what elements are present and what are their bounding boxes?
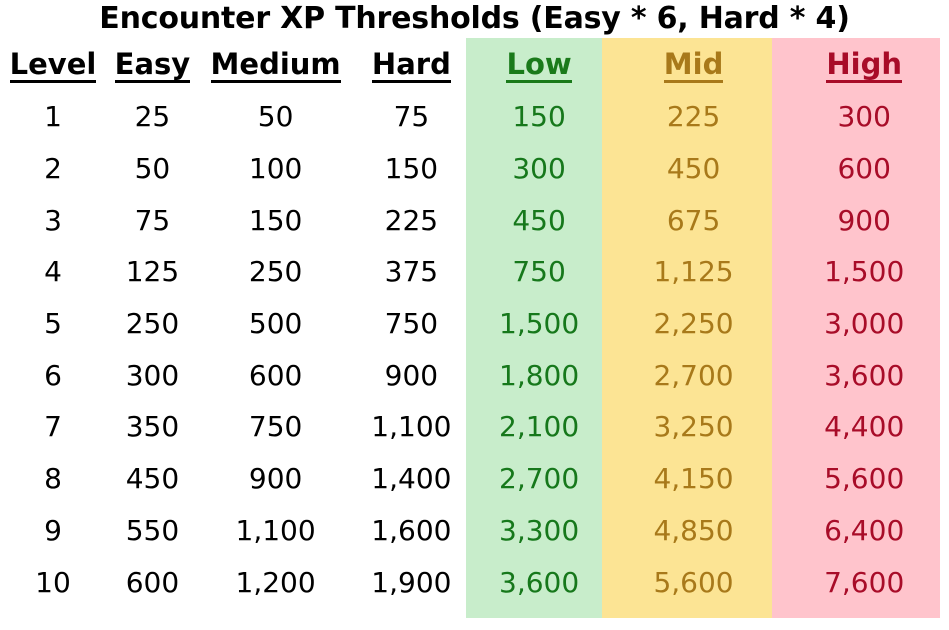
table-row: 9 550 1,100 1,600 3,300 4,850 6,400 <box>0 505 949 557</box>
cell-hard: 1,600 <box>371 513 452 547</box>
cell-level: 10 <box>35 565 71 599</box>
cell-level: 6 <box>44 358 62 392</box>
cell-medium: 500 <box>248 307 303 341</box>
cell-low: 1,500 <box>499 307 580 341</box>
cell-easy: 600 <box>125 565 180 599</box>
cell-high: 3,000 <box>824 307 905 341</box>
cell-medium: 150 <box>248 203 303 237</box>
cell-mid: 675 <box>666 203 721 237</box>
cell-medium: 1,100 <box>235 513 316 547</box>
column-header-hard: Hard <box>352 38 470 91</box>
cell-mid: 5,600 <box>653 565 734 599</box>
cell-medium: 1,200 <box>235 565 316 599</box>
cell-low: 3,300 <box>499 513 580 547</box>
column-header-label: High <box>826 46 902 83</box>
cell-mid: 4,850 <box>653 513 734 547</box>
cell-level: 8 <box>44 462 62 496</box>
column-header-mid: Mid <box>608 38 780 91</box>
xp-threshold-table-page: Encounter XP Thresholds (Easy * 6, Hard … <box>0 0 949 630</box>
column-header-label: Low <box>506 46 572 83</box>
table-row: 7 350 750 1,100 2,100 3,250 4,400 <box>0 401 949 453</box>
column-header-label: Hard <box>371 46 451 83</box>
cell-easy: 550 <box>125 513 180 547</box>
cell-low: 450 <box>512 203 566 237</box>
table-row: 8 450 900 1,400 2,700 4,150 5,600 <box>0 453 949 505</box>
cell-hard: 150 <box>384 152 439 186</box>
cell-high: 5,600 <box>824 462 905 496</box>
column-header-low: Low <box>470 38 607 91</box>
cell-level: 9 <box>44 513 62 547</box>
xp-thresholds-table: Level Easy Medium Hard Low Mid High 1 25 5… <box>0 38 949 608</box>
column-header-easy: Easy <box>106 38 199 91</box>
column-header-label: Easy <box>114 46 191 83</box>
cell-mid: 2,700 <box>653 358 734 392</box>
cell-level: 7 <box>44 410 62 444</box>
column-header-high: High <box>779 38 949 91</box>
cell-easy: 350 <box>125 410 180 444</box>
cell-level: 3 <box>44 203 62 237</box>
cell-low: 150 <box>512 100 566 134</box>
cell-low: 2,700 <box>499 462 580 496</box>
cell-high: 600 <box>837 152 891 186</box>
table-header-row: Level Easy Medium Hard Low Mid High <box>0 38 949 91</box>
cell-high: 900 <box>837 203 891 237</box>
cell-low: 3,600 <box>499 565 580 599</box>
cell-hard: 1,400 <box>371 462 452 496</box>
cell-mid: 4,150 <box>653 462 734 496</box>
cell-level: 1 <box>44 100 62 134</box>
cell-level: 2 <box>44 152 62 186</box>
cell-mid: 3,250 <box>653 410 734 444</box>
cell-mid: 1,125 <box>653 255 734 289</box>
cell-high: 7,600 <box>824 565 905 599</box>
cell-easy: 75 <box>134 203 171 237</box>
cell-low: 750 <box>512 255 566 289</box>
cell-medium: 600 <box>248 358 303 392</box>
cell-easy: 125 <box>125 255 180 289</box>
cell-hard: 1,900 <box>371 565 452 599</box>
cell-high: 3,600 <box>824 358 905 392</box>
table-row: 5 250 500 750 1,500 2,250 3,000 <box>0 298 949 350</box>
table-row: 4 125 250 375 750 1,125 1,500 <box>0 246 949 298</box>
cell-mid: 450 <box>666 152 721 186</box>
cell-hard: 225 <box>384 203 439 237</box>
column-header-level: Level <box>0 38 106 91</box>
cell-hard: 75 <box>393 100 430 134</box>
page-title: Encounter XP Thresholds (Easy * 6, Hard … <box>99 1 850 36</box>
cell-low: 1,800 <box>499 358 580 392</box>
cell-high: 6,400 <box>824 513 905 547</box>
cell-easy: 250 <box>125 307 180 341</box>
cell-mid: 225 <box>666 100 721 134</box>
cell-hard: 1,100 <box>371 410 452 444</box>
table-row: 1 25 50 75 150 225 300 <box>0 91 949 143</box>
table-row: 10 600 1,200 1,900 3,600 5,600 7,600 <box>0 556 949 608</box>
cell-high: 300 <box>837 100 891 134</box>
cell-hard: 900 <box>384 358 439 392</box>
cell-medium: 50 <box>257 100 294 134</box>
column-header-label: Mid <box>663 46 724 83</box>
cell-hard: 375 <box>384 255 439 289</box>
column-header-label: Medium <box>210 46 341 83</box>
cell-easy: 300 <box>125 358 180 392</box>
cell-easy: 50 <box>134 152 171 186</box>
cell-medium: 900 <box>248 462 303 496</box>
cell-low: 300 <box>512 152 566 186</box>
table-row: 6 300 600 900 1,800 2,700 3,600 <box>0 349 949 401</box>
cell-easy: 450 <box>125 462 180 496</box>
cell-level: 5 <box>44 307 62 341</box>
cell-easy: 25 <box>134 100 171 134</box>
cell-medium: 250 <box>248 255 303 289</box>
cell-low: 2,100 <box>499 410 580 444</box>
cell-mid: 2,250 <box>653 307 734 341</box>
column-header-label: Level <box>9 46 97 83</box>
column-header-medium: Medium <box>199 38 352 91</box>
cell-high: 1,500 <box>824 255 905 289</box>
table-row: 2 50 100 150 300 450 600 <box>0 143 949 195</box>
cell-high: 4,400 <box>824 410 905 444</box>
cell-level: 4 <box>44 255 62 289</box>
cell-hard: 750 <box>384 307 439 341</box>
table-body: 1 25 50 75 150 225 300 2 50 100 150 300 450 600 3 75 1… <box>0 91 949 608</box>
cell-medium: 750 <box>248 410 303 444</box>
cell-medium: 100 <box>248 152 303 186</box>
table-row: 3 75 150 225 450 675 900 <box>0 194 949 246</box>
